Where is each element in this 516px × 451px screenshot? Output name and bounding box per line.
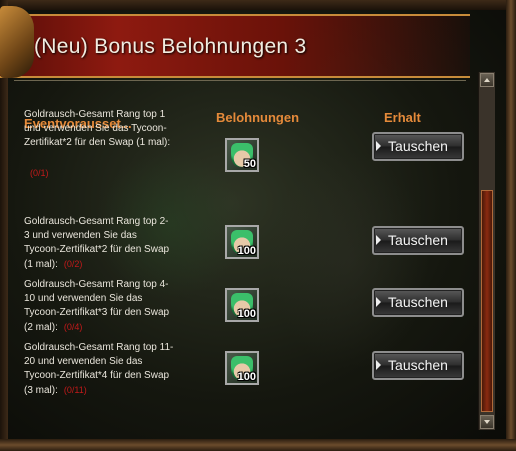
- exchange-button[interactable]: Tauschen: [372, 351, 464, 380]
- row-condition-text: Goldrausch-Gesamt Rang top 2-3 und verwe…: [24, 216, 170, 270]
- arrow-right-icon: [376, 235, 381, 245]
- row-condition-text: Goldrausch-Gesamt Rang top 4-10 und verw…: [24, 279, 170, 333]
- scrollbar-thumb[interactable]: [481, 190, 493, 412]
- exchange-button-label: Tauschen: [388, 294, 448, 310]
- row-description: Goldrausch-Gesamt Rang top 11-20 und ver…: [24, 341, 174, 398]
- row-progress: (0/4): [63, 322, 83, 332]
- exchange-button-label: Tauschen: [388, 357, 448, 373]
- row-condition-text: Goldrausch-Gesamt Rang top 1 und verwend…: [24, 109, 171, 148]
- reward-quantity: 100: [237, 245, 256, 257]
- reward-quantity: 100: [237, 371, 256, 383]
- frame-border-right: [506, 0, 516, 451]
- title-ornament-icon: [0, 6, 34, 78]
- row-description: Goldrausch-Gesamt Rang top 4-10 und verw…: [24, 278, 174, 335]
- row-condition-text: Goldrausch-Gesamt Rang top 11-20 und ver…: [24, 342, 174, 396]
- exchange-button-label: Tauschen: [388, 138, 448, 154]
- reward-item[interactable]: 50: [225, 138, 259, 172]
- row-description: Goldrausch-Gesamt Rang top 1 und verwend…: [24, 108, 174, 180]
- arrow-right-icon: [376, 141, 381, 151]
- exchange-button[interactable]: Tauschen: [372, 226, 464, 255]
- scroll-up-icon[interactable]: [480, 73, 494, 87]
- row-progress: (0/1): [30, 168, 49, 178]
- reward-item[interactable]: 100: [225, 225, 259, 259]
- frame-border-bottom: [0, 439, 516, 451]
- header-divider: [14, 80, 466, 81]
- exchange-button[interactable]: Tauschen: [372, 132, 464, 161]
- scroll-down-icon[interactable]: [480, 415, 494, 429]
- background-castle: [270, 150, 430, 370]
- reward-item[interactable]: 100: [225, 351, 259, 385]
- arrow-right-icon: [376, 297, 381, 307]
- column-header-rewards: Belohnungen: [216, 110, 300, 125]
- arrow-right-icon: [376, 360, 381, 370]
- reward-quantity: 100: [237, 308, 256, 320]
- scrollbar[interactable]: [478, 72, 495, 430]
- row-description: Goldrausch-Gesamt Rang top 2-3 und verwe…: [24, 215, 174, 272]
- exchange-button[interactable]: Tauschen: [372, 288, 464, 317]
- row-progress: (0/2): [63, 259, 83, 269]
- row-progress: (0/11): [63, 385, 87, 395]
- column-header-receive: Erhalt: [384, 110, 421, 125]
- reward-quantity: 50: [243, 158, 256, 170]
- frame-border-top: [0, 0, 516, 10]
- event-window: (Neu) Bonus Belohnungen 3 Eventvorausset…: [0, 0, 516, 451]
- exchange-button-label: Tauschen: [388, 232, 448, 248]
- window-title: (Neu) Bonus Belohnungen 3: [34, 35, 307, 58]
- reward-item[interactable]: 100: [225, 288, 259, 322]
